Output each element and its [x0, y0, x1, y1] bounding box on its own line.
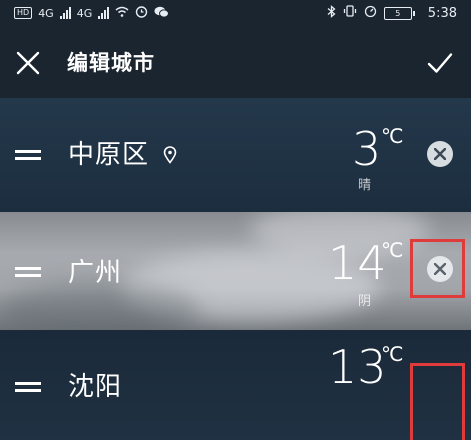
city-temperature: 14 — [328, 236, 387, 290]
weather-description: 晴 — [358, 178, 372, 193]
status-bar: HD 4G 4G 5 5:38 — [0, 0, 471, 26]
status-left: HD 4G 4G — [14, 3, 170, 23]
battery-icon: 5 — [383, 6, 415, 20]
data-saver-icon — [364, 5, 377, 22]
highlight-box — [410, 363, 465, 440]
bluetooth-icon — [327, 4, 336, 22]
network-label-2: 4G — [76, 6, 93, 20]
city-name: 中原区 — [68, 140, 150, 170]
city-row-2[interactable]: 广州 14 ℃ 阴 — [0, 212, 471, 330]
drag-handle-icon[interactable] — [15, 267, 41, 277]
status-right: 5 5:38 — [327, 3, 457, 23]
alarm-icon — [135, 5, 148, 21]
hd-badge: HD — [14, 7, 33, 19]
city-row-3[interactable]: 沈阳 13 ℃ — [0, 330, 471, 440]
wechat-icon — [154, 6, 170, 21]
temperature-unit: ℃ — [381, 124, 404, 148]
city-temperature: 13 — [328, 340, 387, 394]
battery-level: 5 — [395, 8, 401, 18]
page-title: 编辑城市 — [67, 51, 155, 75]
temperature-unit: ℃ — [381, 238, 404, 262]
network-label-1: 4G — [38, 6, 54, 20]
wifi-icon — [115, 6, 129, 20]
vibrate-icon — [343, 5, 357, 21]
close-icon[interactable] — [16, 51, 40, 75]
temperature-unit: ℃ — [381, 342, 404, 366]
check-icon[interactable] — [427, 51, 453, 75]
delete-icon[interactable] — [427, 141, 453, 167]
drag-handle-icon[interactable] — [15, 382, 41, 392]
header-bar: 编辑城市 — [0, 26, 471, 98]
city-name: 沈阳 — [68, 372, 123, 402]
drag-handle-icon[interactable] — [15, 150, 41, 160]
delete-icon[interactable] — [427, 256, 453, 282]
signal-icon — [59, 7, 71, 19]
city-name: 广州 — [68, 258, 123, 288]
status-time: 5:38 — [427, 5, 457, 21]
signal-icon-2 — [98, 7, 110, 19]
city-row-1[interactable]: 中原区 3 ℃ 晴 — [0, 98, 471, 212]
city-temperature: 3 — [352, 122, 382, 176]
location-pin-icon — [163, 146, 177, 164]
weather-description: 阴 — [358, 294, 372, 309]
